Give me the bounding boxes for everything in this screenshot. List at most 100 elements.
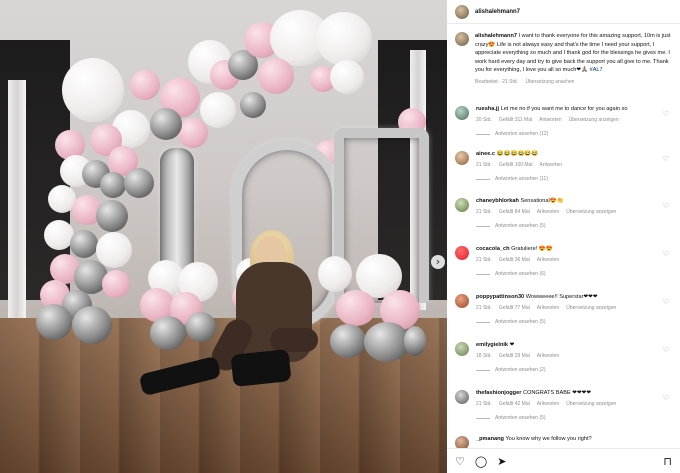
replies-dash <box>476 133 490 135</box>
comment-item: chaneybhlorkah Sensational😍👏 21 Std. Gefä… <box>455 198 675 229</box>
balloon <box>100 172 126 198</box>
balloon <box>200 92 236 128</box>
avatar[interactable] <box>455 4 469 19</box>
balloon <box>240 92 266 118</box>
comment-username[interactable]: cocacola_ch <box>476 246 510 252</box>
comment-username[interactable]: ruesha.jj <box>476 106 499 112</box>
view-replies[interactable]: Antworten ansehen (12) <box>476 131 675 137</box>
view-replies-label: Antworten ansehen (6) <box>495 271 546 277</box>
comment-time: 21 Std. <box>476 304 492 311</box>
comment-item: ainee.c 😂😂😂😂😂😂 21 Std. Gefällt 100 Mal Ant… <box>455 151 675 182</box>
comment-time: 21 Std. <box>476 208 492 215</box>
comment-username[interactable]: poppypattinson30 <box>476 294 524 300</box>
heart-icon[interactable]: ♡ <box>663 346 669 354</box>
balloon <box>72 306 112 344</box>
reply-button[interactable]: Antworten <box>537 257 560 263</box>
avatar[interactable] <box>455 246 469 260</box>
comment-likes[interactable]: Gefällt 29 Mal <box>499 353 530 359</box>
avatar[interactable] <box>455 32 469 46</box>
chevron-right-icon[interactable]: › <box>431 255 445 269</box>
comment-time: 21 Std. <box>476 161 492 168</box>
comment-text: Gratuliere! 😍😍 <box>511 246 553 252</box>
comment-time: 21 Std. <box>476 256 492 263</box>
comment-text: 😂😂😂😂😂😂 <box>496 151 539 157</box>
comment-username[interactable]: emilygielnik <box>476 342 508 348</box>
comment-likes[interactable]: Gefällt 311 Mal <box>499 117 532 123</box>
view-replies[interactable]: Antworten ansehen (5) <box>476 223 675 229</box>
comment-time: 18 Std. <box>476 352 492 359</box>
photo-curtain-left <box>8 80 26 340</box>
replies-dash <box>476 369 490 371</box>
comment-username[interactable]: ainee.c <box>476 151 495 157</box>
balloon <box>186 312 216 342</box>
comment-likes[interactable]: Gefällt 42 Mal <box>499 401 530 407</box>
action-bar: ♡ ◯ ➤ ⊓ <box>447 448 680 473</box>
balloon <box>330 324 366 358</box>
reply-button[interactable]: Antworten <box>537 209 560 215</box>
comment-text: CONGRATS BABE ❤❤❤❤ <box>522 390 592 396</box>
heart-icon[interactable]: ♡ <box>663 202 669 210</box>
view-replies[interactable]: Antworten ansehen (5) <box>476 415 675 421</box>
avatar[interactable] <box>455 198 469 212</box>
reply-button[interactable]: Antworten <box>537 305 560 311</box>
balloon <box>178 118 208 148</box>
comment-likes[interactable]: Gefällt 36 Mal <box>499 257 530 263</box>
comment-icon[interactable]: ◯ <box>475 456 487 467</box>
comment-username[interactable]: chaneybhlorkah <box>476 198 519 204</box>
view-replies[interactable]: Antworten ansehen (5) <box>476 319 675 325</box>
comment-text: You know why we follow you right? <box>505 436 592 442</box>
translate-button[interactable]: Übersetzung anzeigen <box>569 117 619 123</box>
comment-likes[interactable]: Gefällt 77 Mal <box>499 305 530 311</box>
heart-icon[interactable]: ♡ <box>663 298 669 306</box>
heart-icon[interactable]: ♡ <box>663 155 669 163</box>
view-replies-label: Antworten ansehen (2) <box>495 367 546 373</box>
view-replies-label: Antworten ansehen (12) <box>495 131 549 137</box>
comment-text: ❤ <box>509 342 515 348</box>
balloon <box>336 290 376 326</box>
caption-translate[interactable]: Übersetzung ansehen <box>525 79 574 85</box>
reply-button[interactable]: Antworten <box>537 401 560 407</box>
view-replies-label: Antworten ansehen (11) <box>495 176 548 182</box>
avatar[interactable] <box>455 390 469 404</box>
heart-icon[interactable]: ♡ <box>663 110 669 118</box>
comment-item: thefashionjogger CONGRATS BABE ❤❤❤❤ 21 S… <box>455 390 675 421</box>
post-photo[interactable]: › <box>0 0 447 473</box>
comment-text: Sensational😍👏 <box>520 198 564 204</box>
comment-likes[interactable]: Gefällt 100 Mal <box>499 162 533 168</box>
comment-username[interactable]: _pmanang <box>476 436 504 442</box>
comments-panel: alishalehmann7 alishalehmann7 I want to … <box>447 0 680 473</box>
translate-button[interactable]: Übersetzung anzeigen <box>566 305 616 311</box>
caption-hashtag[interactable]: #AL7 <box>590 67 603 73</box>
comment-text: Wowweeee!! Superstar❤❤❤ <box>525 294 598 300</box>
avatar[interactable] <box>455 151 469 165</box>
heart-icon[interactable]: ♡ <box>663 250 669 258</box>
translate-button[interactable]: Übersetzung anzeigen <box>566 401 616 407</box>
view-replies-label: Antworten ansehen (5) <box>495 415 546 421</box>
balloon <box>150 108 182 140</box>
comment-username[interactable]: thefashionjogger <box>476 390 521 396</box>
reply-button[interactable]: Antworten <box>539 117 562 123</box>
reply-button[interactable]: Antworten <box>540 162 563 168</box>
heart-icon[interactable]: ♡ <box>455 456 465 467</box>
translate-button[interactable]: Übersetzung anzeigen <box>566 209 616 215</box>
avatar[interactable] <box>455 294 469 308</box>
view-replies[interactable]: Antworten ansehen (6) <box>476 271 675 277</box>
balloon <box>124 168 154 198</box>
view-replies[interactable]: Antworten ansehen (11) <box>476 176 675 182</box>
heart-icon[interactable]: ♡ <box>663 394 669 402</box>
replies-dash <box>476 321 490 323</box>
reply-button[interactable]: Antworten <box>537 353 560 359</box>
balloon <box>404 326 426 356</box>
balloon <box>62 58 124 122</box>
comment-item: cocacola_ch Gratuliere! 😍😍 21 Std. Gefäll… <box>455 246 675 277</box>
comment-likes[interactable]: Gefällt 84 Mal <box>499 209 530 215</box>
avatar[interactable] <box>455 106 469 120</box>
balloon <box>102 270 130 298</box>
avatar[interactable] <box>455 342 469 356</box>
view-replies[interactable]: Antworten ansehen (2) <box>476 367 675 373</box>
post-username[interactable]: alishalehmann7 <box>475 9 520 15</box>
caption-username[interactable]: alishalehmann7 <box>475 33 517 39</box>
share-icon[interactable]: ➤ <box>497 456 506 467</box>
bookmark-icon[interactable]: ⊓ <box>663 456 672 467</box>
replies-dash <box>476 273 490 275</box>
